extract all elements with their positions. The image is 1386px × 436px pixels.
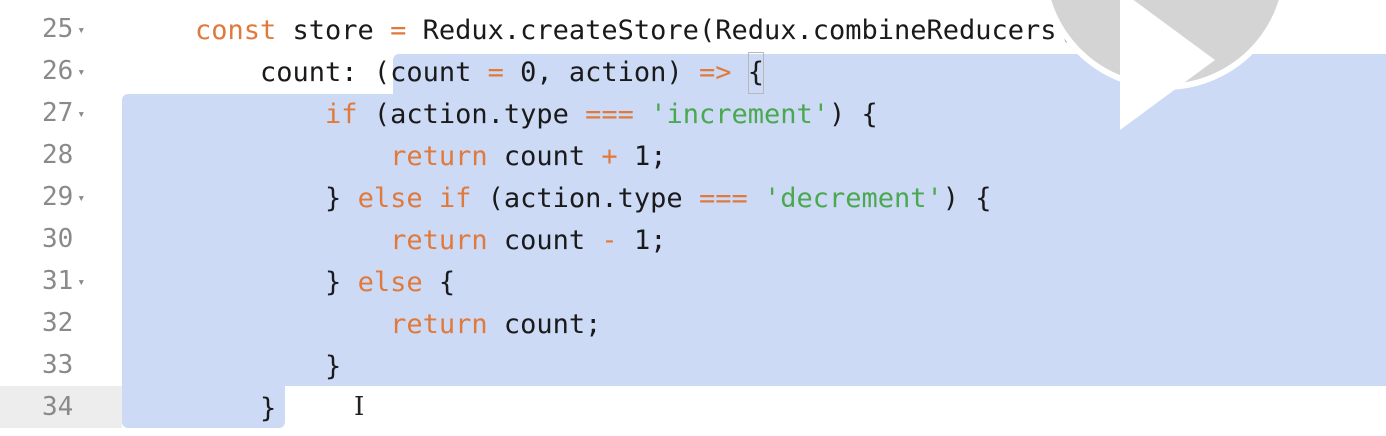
keyword: return (390, 309, 488, 340)
keyword: return (390, 141, 488, 172)
code-line[interactable]: } else { (195, 262, 455, 304)
fold-toggle-icon[interactable]: ▾ (77, 65, 85, 80)
matching-bracket: { (747, 52, 764, 94)
code-line[interactable]: if (action.type === 'increment') { (195, 94, 878, 136)
code-text: count (487, 225, 602, 256)
code-text: (action.type (471, 183, 699, 214)
keyword: return (390, 225, 488, 256)
line-number: 28 (42, 140, 74, 170)
code-text: ) { (942, 183, 992, 214)
code-text: count (487, 141, 602, 172)
code-line[interactable]: return count - 1; (195, 220, 666, 262)
fold-toggle-icon[interactable]: ▾ (77, 23, 85, 38)
code-text: 1; (617, 141, 667, 172)
code-text: { (422, 267, 456, 298)
line-number: 26 ▾ (42, 56, 86, 86)
line-number: 32 (42, 308, 74, 338)
line-number: 33 (42, 350, 74, 380)
fold-toggle-icon[interactable]: ▾ (77, 191, 85, 206)
line-number: 29 ▾ (42, 182, 86, 212)
code-text: 0, action) (503, 57, 699, 88)
code-text: count; (487, 309, 602, 340)
code-text: count: (195, 57, 374, 88)
code-text: (count (373, 57, 488, 88)
line-number-active: 34 (42, 392, 74, 422)
operator: => (698, 57, 732, 88)
code-text: } (195, 351, 342, 382)
operator: === (585, 99, 634, 130)
keyword: else if (357, 183, 472, 214)
code-text: } (195, 393, 277, 424)
text-cursor-icon: I (354, 392, 365, 422)
code-text: ) { (829, 99, 878, 130)
string-literal: 'decrement' (763, 183, 943, 214)
code-text: store (276, 15, 391, 46)
play-icon (1120, 0, 1215, 130)
line-number: 27 ▾ (42, 98, 86, 128)
code-line-active[interactable]: } (195, 388, 276, 430)
operator: - (601, 225, 618, 256)
keyword: if (325, 99, 358, 130)
code-line[interactable]: const store = Redux.createStore(Redux.co… (195, 10, 1089, 52)
code-editor[interactable]: 25 ▾ 26 ▾ 27 ▾ 28 29 ▾ 30 31 ▾ 32 33 34 const… (0, 0, 1386, 436)
operator: === (698, 183, 748, 214)
code-line[interactable]: } else if (action.type === 'decrement') … (195, 178, 992, 220)
line-number: 30 (42, 224, 74, 254)
code-text: } (195, 183, 358, 214)
keyword: const (195, 15, 277, 46)
code-text: (action.type (357, 99, 586, 130)
keyword: else (357, 267, 423, 298)
fold-toggle-icon[interactable]: ▾ (77, 275, 85, 290)
operator: + (601, 141, 618, 172)
code-line[interactable]: count: (count = 0, action) => { (195, 52, 764, 94)
line-number: 31 ▾ (42, 266, 86, 296)
code-text: Redux.createStore(Redux.combineReducers(… (406, 15, 1090, 46)
fold-toggle-icon[interactable]: ▾ (77, 107, 85, 122)
code-line[interactable]: } (195, 346, 341, 388)
string-literal: 'increment' (650, 99, 829, 130)
operator: = (487, 57, 504, 88)
code-line[interactable]: return count; (195, 304, 601, 346)
line-number: 25 ▾ (42, 14, 86, 44)
code-text: 1; (617, 225, 667, 256)
code-line[interactable]: return count + 1; (195, 136, 666, 178)
operator: = (390, 15, 407, 46)
code-text: } (195, 267, 358, 298)
